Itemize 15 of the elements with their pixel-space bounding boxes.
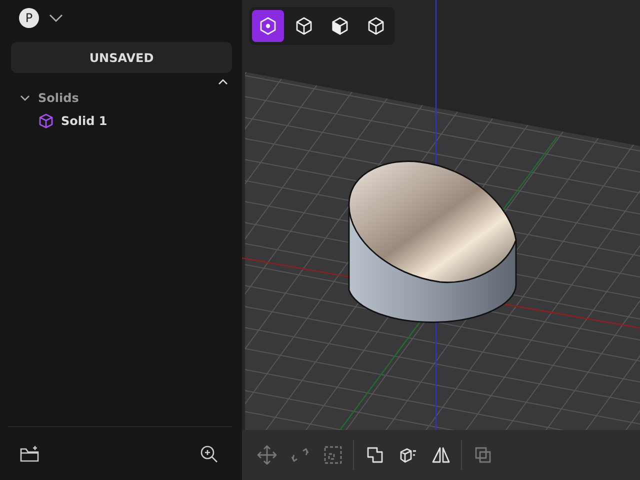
chevron-up-icon[interactable]: [218, 79, 228, 85]
cube-icon: [294, 16, 314, 36]
cube-icon: [330, 16, 350, 36]
chevron-down-icon[interactable]: [20, 95, 30, 101]
save-status-button[interactable]: UNSAVED: [11, 42, 232, 73]
chevron-down-icon[interactable]: [49, 14, 63, 22]
tree-group[interactable]: Solids: [8, 85, 232, 105]
tree-item[interactable]: Solid 1: [8, 105, 232, 129]
new-folder-icon[interactable]: [20, 444, 40, 462]
top-view-button[interactable]: [252, 10, 284, 42]
cube-icon: [366, 16, 386, 36]
zoom-in-icon[interactable]: [200, 444, 218, 462]
avatar[interactable]: P: [19, 8, 39, 28]
3d-viewport-drawing[interactable]: [242, 0, 640, 430]
cube-icon: [38, 113, 54, 129]
